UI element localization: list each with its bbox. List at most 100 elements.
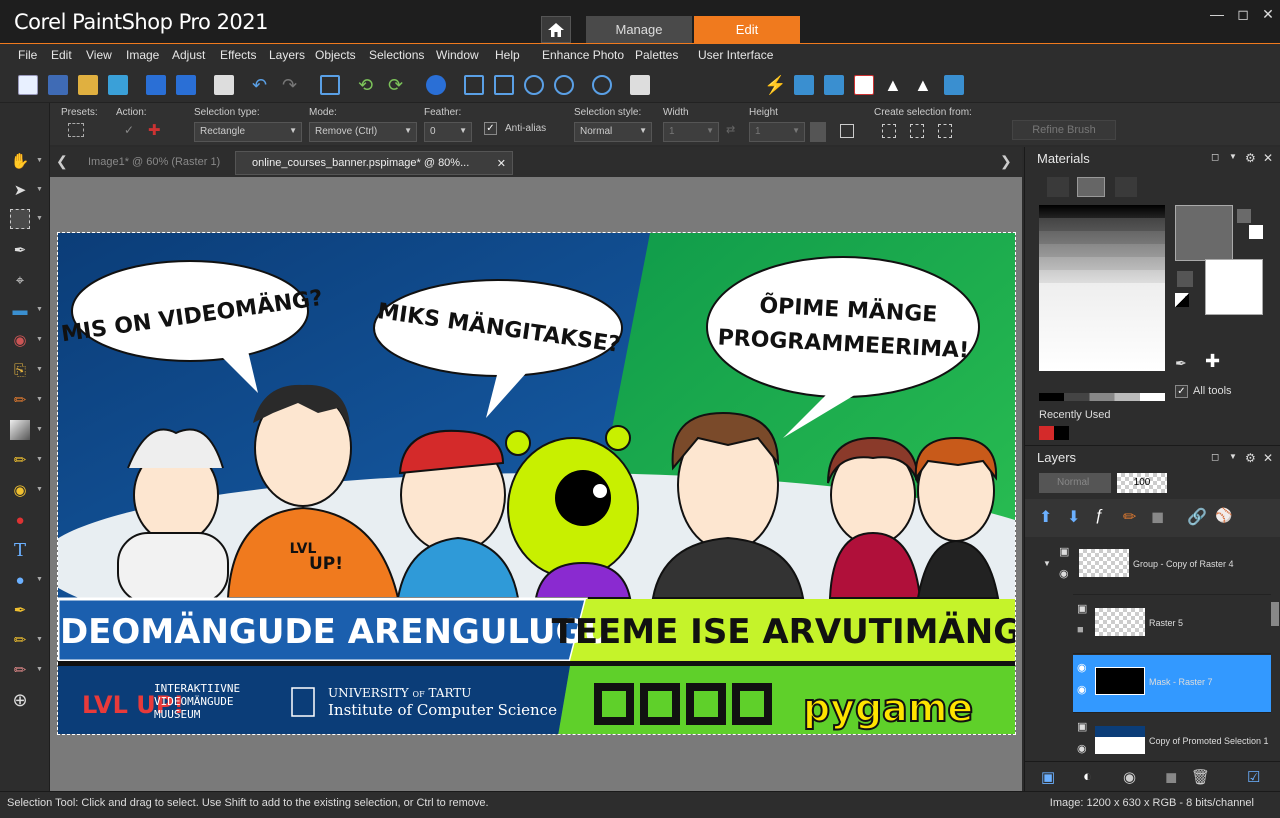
compare-icon[interactable] [824, 75, 844, 95]
crop-tool-icon[interactable]: ⌖ [10, 270, 30, 290]
doc-tab-banner[interactable]: online_courses_banner.pspimage* @ 80%...… [235, 151, 513, 175]
straighten-tool-icon[interactable]: ▬ [10, 300, 30, 320]
undo-icon[interactable]: ↶ [252, 75, 272, 95]
menu-image[interactable]: Image [126, 48, 159, 62]
layer-fx-icon[interactable]: ƒ [1095, 507, 1104, 525]
pan-tool-icon[interactable]: ✋ [10, 151, 30, 171]
fg-mini-swatch[interactable] [1237, 209, 1251, 223]
mode-select[interactable]: Remove (Ctrl) ▼ [309, 122, 417, 142]
bg-mini-swatch[interactable] [1249, 225, 1263, 239]
actual-size-icon[interactable] [464, 75, 484, 95]
chevron-down-icon[interactable]: ▼ [36, 666, 43, 673]
save-icon[interactable] [146, 75, 166, 95]
triangle-icon[interactable]: ▲ [884, 75, 904, 95]
print-icon[interactable] [214, 75, 234, 95]
chevron-down-icon[interactable]: ▼ [36, 366, 43, 373]
fit-window-icon[interactable] [494, 75, 514, 95]
action-cancel-icon[interactable]: ✚ [148, 121, 161, 139]
close-icon[interactable]: ✕ [497, 157, 506, 170]
save-as-icon[interactable] [176, 75, 196, 95]
panel-maximize-icon[interactable]: ◻ [1211, 152, 1219, 163]
panel-maximize-icon[interactable]: ◻ [1211, 452, 1219, 463]
paint-brush-icon[interactable]: ✏ [10, 390, 30, 410]
visibility-eye-icon[interactable]: ◉ [1077, 742, 1087, 755]
menu-window[interactable]: Window [436, 48, 479, 62]
banner-image[interactable]: LVL UP! MIS ON VIDEOMÄNG? MIKS MÄNGITAKS… [57, 232, 1016, 735]
menu-adjust[interactable]: Adjust [172, 48, 205, 62]
menu-view[interactable]: View [86, 48, 112, 62]
create-from-layer-icon[interactable] [882, 124, 896, 138]
layer-row[interactable]: ▣ ◉ Copy of Promoted Selection 1 [1073, 714, 1271, 761]
rainbow-tab-icon[interactable] [1077, 177, 1105, 197]
layer-mask-icon[interactable]: ◼ [1151, 507, 1164, 527]
chevron-down-icon[interactable]: ▼ [36, 426, 43, 433]
layer-row[interactable]: ▣ ■ Raster 5 [1073, 596, 1271, 654]
menu-selections[interactable]: Selections [369, 48, 424, 62]
palette-tab-icon[interactable] [1115, 177, 1137, 197]
selection-style-select[interactable]: Normal ▼ [574, 122, 652, 142]
new-file-icon[interactable] [18, 75, 38, 95]
chevron-down-icon[interactable]: ▼ [36, 396, 43, 403]
new-grid-icon[interactable] [48, 75, 68, 95]
pen-tool-icon[interactable]: ✒ [10, 600, 30, 620]
pick-tool-icon[interactable]: ➤ [10, 180, 30, 200]
add-swatch-icon[interactable]: ✚ [1205, 351, 1220, 372]
visibility-toggle-icon[interactable]: ■ [1077, 624, 1084, 636]
recent-color-2[interactable] [1054, 426, 1069, 440]
grayscale-strip[interactable] [1039, 393, 1165, 401]
tab-edit[interactable]: Edit [694, 16, 800, 43]
dodge-brush-icon[interactable]: ✏ [10, 660, 30, 680]
chevron-down-icon[interactable]: ▼ [36, 636, 43, 643]
layer-row[interactable]: ▣ ◉ Group - Copy of Raster 4 [1059, 537, 1271, 595]
scan-icon[interactable] [108, 75, 128, 95]
eraser-tool-icon[interactable]: ✏ [10, 450, 30, 470]
layer-row-selected[interactable]: ◉ ◉ Mask - Raster 7 [1073, 655, 1271, 713]
blend-mode-select[interactable]: Normal [1039, 473, 1111, 493]
red-eye-tool-icon[interactable]: ◉ [10, 330, 30, 350]
create-from-all-layers-icon[interactable] [910, 124, 924, 138]
text-tool-icon[interactable]: T [10, 540, 30, 561]
doc-tab-image1[interactable]: Image1* @ 60% (Raster 1) [72, 151, 232, 175]
photo-fix-icon[interactable] [794, 75, 814, 95]
link-icon[interactable]: ⇄ [726, 123, 735, 136]
fill-tool-icon[interactable]: ◉ [10, 480, 30, 500]
delete-layer-icon[interactable]: 🗑 [1191, 768, 1210, 786]
chevron-down-icon[interactable]: ▼ [36, 157, 43, 164]
close-icon[interactable]: ✕ [1257, 6, 1279, 23]
link-layer-icon[interactable]: 🔗 [1187, 507, 1207, 527]
create-from-merged-icon[interactable] [938, 124, 952, 138]
layers-scrollbar-thumb[interactable] [1271, 602, 1279, 626]
chevron-down-icon[interactable]: ▼ [36, 336, 43, 343]
menu-layers[interactable]: Layers [269, 48, 305, 62]
histogram-icon[interactable] [854, 75, 874, 95]
new-layer-icon[interactable]: ▣ [1041, 768, 1055, 786]
color-picker-grid[interactable] [1039, 205, 1165, 371]
chevron-down-icon[interactable]: ▼ [1229, 452, 1237, 461]
visibility-eye-icon[interactable]: ◉ [1059, 567, 1069, 580]
maximize-icon[interactable]: ◻ [1232, 6, 1254, 23]
zoom-in-icon[interactable] [554, 75, 574, 95]
menu-palettes[interactable]: Palettes [635, 48, 678, 62]
menu-help[interactable]: Help [495, 48, 520, 62]
layer-brush-icon[interactable]: ✏ [1123, 507, 1136, 527]
background-color-swatch[interactable] [1205, 259, 1263, 315]
mask-layer-icon[interactable]: ◉ [1123, 768, 1136, 786]
chevron-down-icon[interactable]: ▼ [36, 186, 43, 193]
selection-type-select[interactable]: Rectangle ▼ [194, 122, 302, 142]
resize-icon[interactable] [320, 75, 340, 95]
chevron-down-icon[interactable]: ▼ [36, 576, 43, 583]
reset-colors-icon[interactable] [1175, 293, 1189, 307]
picture-tube-icon[interactable]: ● [10, 510, 30, 530]
height-input[interactable]: 1 ▼ [749, 122, 805, 142]
swap-colors-icon[interactable] [1177, 271, 1193, 287]
one-step-fix-icon[interactable]: ⚡ [764, 75, 786, 95]
pin-icon[interactable]: ⚙ [1245, 151, 1256, 165]
redo-icon[interactable]: ↷ [282, 75, 302, 95]
chevron-down-icon[interactable]: ▼ [36, 486, 43, 493]
rotate-left-icon[interactable]: ⟲ [358, 75, 378, 95]
open-folder-icon[interactable] [78, 75, 98, 95]
foreground-color-swatch[interactable] [1175, 205, 1233, 261]
recent-color-1[interactable] [1039, 426, 1054, 440]
move-layer-down-icon[interactable]: ⬇ [1067, 507, 1080, 527]
add-tool-icon[interactable]: ⊕ [10, 690, 30, 710]
